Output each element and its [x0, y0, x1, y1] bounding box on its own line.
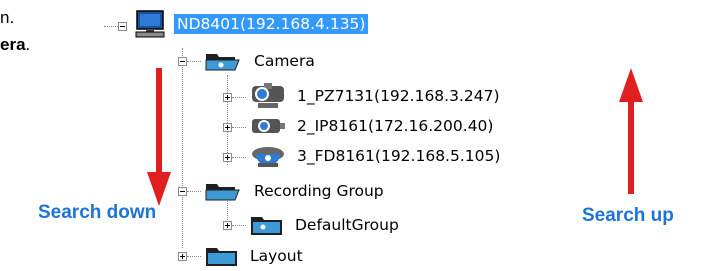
tree-connector [232, 157, 246, 158]
tree-node-label: 3_FD8161(192.168.5.105) [297, 147, 501, 165]
tree-node-label: 2_IP8161(172.16.200.40) [297, 117, 494, 135]
tree-node-camera-2[interactable]: 2_IP8161(172.16.200.40) [250, 114, 496, 138]
tree-node-label: ND8401(192.168.4.135) [174, 14, 369, 34]
camera-1-expander[interactable] [223, 93, 232, 102]
tree-connector [187, 61, 201, 62]
folder-icon [205, 245, 239, 267]
camera-group-expander[interactable] [178, 57, 187, 66]
tree-connector [187, 256, 201, 257]
tree-connector [182, 48, 183, 248]
camera-2-expander[interactable] [223, 123, 232, 132]
tree-node-default-group[interactable]: DefaultGroup [250, 213, 402, 237]
tree-connector [187, 191, 201, 192]
layout-expander[interactable] [178, 252, 187, 261]
doc-text-line-1-suffix: n. [0, 8, 15, 27]
ptz-camera-icon [250, 83, 286, 109]
computer-icon [134, 10, 166, 38]
doc-text-line-1: n. [0, 8, 14, 28]
folder-icon [250, 214, 284, 236]
tree-node-label: Recording Group [254, 182, 384, 200]
tree-node-label: 1_PZ7131(192.168.3.247) [297, 87, 500, 105]
camera-3-expander[interactable] [223, 153, 232, 162]
tree-connector [232, 127, 246, 128]
tree-node-root[interactable]: ND8401(192.168.4.135) [134, 10, 369, 38]
folder-open-icon [205, 51, 243, 71]
doc-text-line-2-bold: era [0, 35, 26, 54]
search-down-annotation: Search down [38, 202, 157, 223]
dome-camera-icon [250, 144, 286, 168]
tree-connector [227, 75, 228, 165]
folder-open-icon [205, 181, 243, 201]
default-group-expander[interactable] [223, 221, 232, 230]
search-up-annotation: Search up [582, 205, 674, 226]
root-expander[interactable] [118, 22, 127, 31]
search-down-arrow [147, 68, 171, 206]
tree-node-label: Camera [254, 52, 315, 70]
tree-connector [104, 26, 118, 27]
recording-group-expander[interactable] [178, 187, 187, 196]
tree-node-camera-group[interactable]: Camera [205, 49, 318, 73]
tree-node-label: DefaultGroup [295, 216, 399, 234]
tree-connector [232, 97, 246, 98]
tree-node-layout[interactable]: Layout [205, 244, 306, 268]
doc-text-line-2: era. [0, 35, 30, 55]
tree-node-camera-1[interactable]: 1_PZ7131(192.168.3.247) [250, 83, 503, 109]
search-up-arrow [619, 68, 643, 194]
doc-text-line-2-suffix: . [25, 35, 31, 54]
bullet-camera-icon [250, 115, 286, 137]
tree-node-recording-group[interactable]: Recording Group [205, 179, 387, 203]
tree-node-camera-3[interactable]: 3_FD8161(192.168.5.105) [250, 144, 503, 168]
tree-connector [232, 225, 246, 226]
tree-node-label: Layout [250, 247, 303, 265]
